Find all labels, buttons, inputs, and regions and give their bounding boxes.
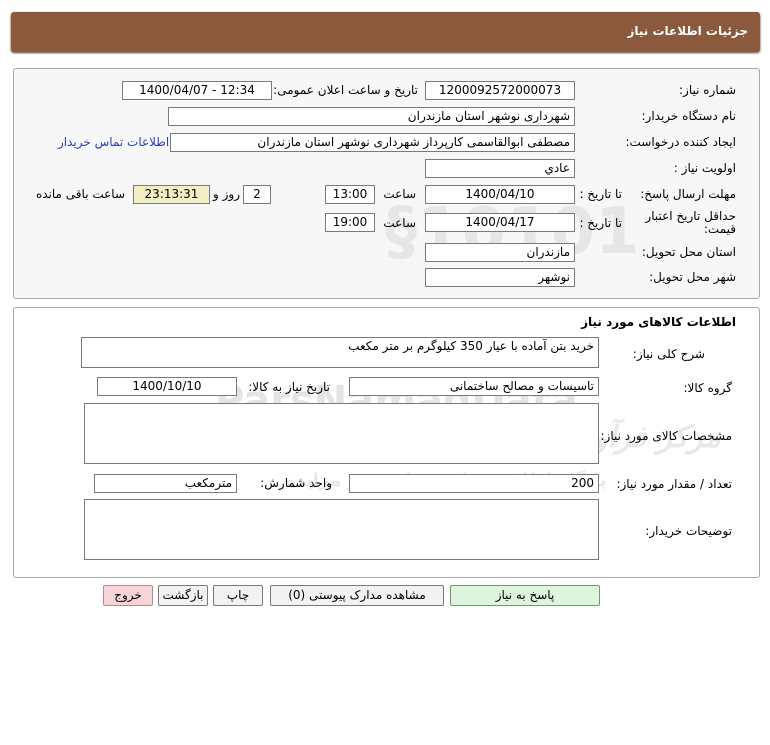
view-attachments-button[interactable]: مشاهده مدارک پیوستی (0) xyxy=(270,585,444,606)
qty-label: تعداد / مقدار مورد نیاز: xyxy=(616,477,732,491)
specs-label: مشخصات کالای مورد نیاز: xyxy=(600,429,732,443)
validity-time-label: ساعت xyxy=(383,216,416,230)
page-header: جزئیات اطلاعات نیاز xyxy=(11,12,760,52)
back-button[interactable]: بازگشت xyxy=(158,585,208,606)
need-number-field: 1200092572000073 xyxy=(425,81,575,100)
desc-label: شرح کلی نیاز: xyxy=(632,347,705,361)
group-field: تاسیسات و مصالح ساختمانی xyxy=(349,377,599,396)
city-label: شهر محل تحویل: xyxy=(649,270,736,284)
need-info-panel xyxy=(13,68,760,299)
creator-field: مصطفی ابوالقاسمی کارپرداز شهرداری نوشهر … xyxy=(170,133,575,152)
need-date-field: 1400/10/10 xyxy=(97,377,237,396)
unit-label: واحد شمارش: xyxy=(260,476,332,490)
desc-field: خرید بتن آماده با عیار 350 کیلوگرم بر مت… xyxy=(81,337,599,368)
deadline-time-field: 13:00 xyxy=(325,185,375,204)
validity-time-field: 19:00 xyxy=(325,213,375,232)
creator-label: ایجاد کننده درخواست: xyxy=(625,135,736,149)
remaining-time-field: 23:13:31 xyxy=(133,185,210,204)
need-number-label: شماره نیاز: xyxy=(679,83,736,97)
buyer-org-field: شهرداری نوشهر استان مازندران xyxy=(168,107,575,126)
deadline-until-label: تا تاریخ : xyxy=(579,187,622,201)
days-label: روز و xyxy=(213,187,240,201)
city-field: نوشهر xyxy=(425,268,575,287)
validity-date-field: 1400/04/17 xyxy=(425,213,575,232)
days-field: 2 xyxy=(243,185,271,204)
validity-until-label: تا تاریخ : xyxy=(579,216,622,230)
qty-field: 200 xyxy=(349,474,599,493)
exit-button[interactable]: خروج xyxy=(103,585,153,606)
announce-label: تاریخ و ساعت اعلان عمومی: xyxy=(273,83,418,97)
validity-label: حداقل تاریخ اعتبار قیمت: xyxy=(645,209,736,236)
unit-field: مترمکعب xyxy=(94,474,237,493)
buyer-org-label: نام دستگاه خریدار: xyxy=(641,109,737,123)
notes-field xyxy=(84,499,599,560)
deadline-label: مهلت ارسال پاسخ: xyxy=(640,187,736,201)
contact-buyer-link[interactable]: اطلاعات تماس خریدار xyxy=(58,135,169,149)
goods-section-title: اطلاعات کالاهای مورد نیاز xyxy=(581,315,736,329)
notes-label: توضیحات خریدار: xyxy=(645,524,732,538)
priority-label: اولویت نیاز : xyxy=(673,161,736,175)
province-field: مازندران xyxy=(425,243,575,262)
remaining-label: ساعت باقی مانده xyxy=(35,187,125,201)
priority-field: عادي xyxy=(425,159,575,178)
reply-button[interactable]: پاسخ به نیاز xyxy=(450,585,600,606)
deadline-date-field: 1400/04/10 xyxy=(425,185,575,204)
need-date-label: تاریخ نیاز به کالا: xyxy=(248,380,330,394)
print-button[interactable]: چاپ xyxy=(213,585,263,606)
announce-field: 1400/04/07 - 12:34 xyxy=(122,81,272,100)
province-label: استان محل تحویل: xyxy=(641,245,736,259)
specs-field xyxy=(84,403,599,464)
page-title: جزئیات اطلاعات نیاز xyxy=(627,24,748,38)
group-label: گروه کالا: xyxy=(683,381,733,395)
deadline-time-label: ساعت xyxy=(383,187,416,201)
